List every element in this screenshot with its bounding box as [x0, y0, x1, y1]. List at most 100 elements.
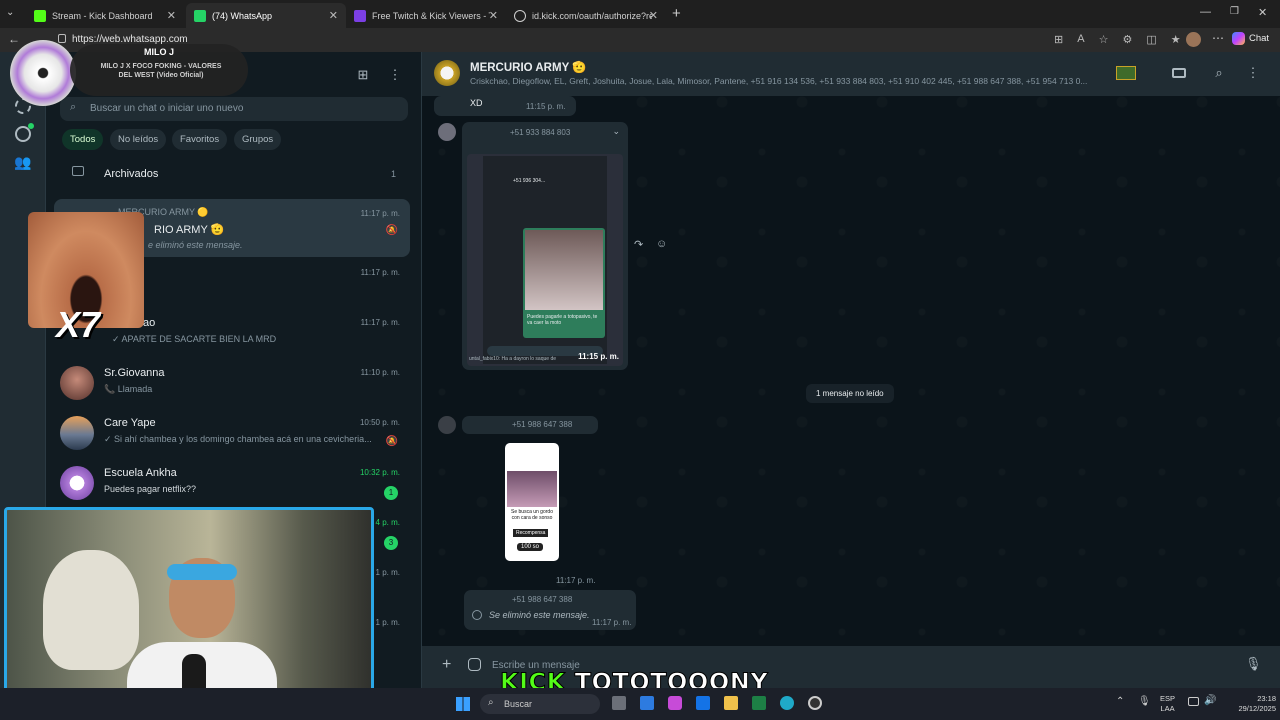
inner-phone: +51 936 304...	[513, 178, 546, 184]
tray-mic-icon[interactable]: 🎙	[1138, 696, 1151, 707]
windows-start-icon[interactable]	[456, 697, 470, 711]
channels-icon[interactable]	[15, 123, 34, 142]
inner-bottom-text: untal_fabix10: Ha a dayron lo saque de	[469, 356, 557, 362]
network-icon[interactable]	[1188, 697, 1199, 706]
message-bubble[interactable]: XD 11:15 p. m.	[434, 96, 576, 116]
filter-grupos[interactable]: Grupos	[234, 129, 282, 150]
chat-item-escuela-ankha[interactable]: Escuela Ankha 10:32 p. m. Puedes pagar n…	[54, 458, 410, 508]
more-menu-icon[interactable]: ⋯	[1212, 31, 1224, 45]
chat-preview: ✓ Si ahí chambea y los domingo chambea a…	[104, 434, 372, 444]
close-icon[interactable]: ✕	[489, 9, 498, 22]
favorite-star-icon[interactable]: ☆	[1099, 33, 1109, 46]
chat-item-care-yape[interactable]: Care Yape 10:50 p. m. ✓ Si ahí chambea y…	[54, 408, 410, 458]
attach-icon[interactable]: +	[442, 656, 451, 674]
message-time: 11:17 p. m.	[556, 576, 596, 585]
microphone-icon[interactable]: 🎙	[1245, 656, 1262, 672]
tab-list-dropdown[interactable]: ⌄	[6, 7, 14, 18]
chat-time: 11:10 p. m.	[360, 368, 400, 377]
extensions-icon[interactable]: ⚙	[1122, 33, 1132, 46]
message-text: Se eliminó este mensaje.	[489, 610, 590, 620]
archived-label: Archivados	[104, 168, 159, 180]
sticker-icon[interactable]	[468, 658, 481, 671]
conversation-header[interactable]: MERCURIO ARMY 🫡 Criskchao, Diegoflow, EL…	[422, 52, 1280, 96]
filter-todos[interactable]: Todos	[62, 129, 104, 150]
excel-icon[interactable]	[752, 696, 766, 710]
conversation-title: MERCURIO ARMY 🫡	[470, 62, 587, 74]
chat-name: Escuela Ankha	[104, 467, 177, 479]
song-title: MILO J X FOCO FOKING - VALORES DEL WEST …	[100, 63, 222, 79]
store-icon[interactable]	[640, 696, 654, 710]
group-icon-dropdown[interactable]	[1116, 66, 1136, 80]
close-icon[interactable]: ✕	[329, 9, 338, 22]
communities-icon[interactable]: 👥	[14, 154, 31, 171]
app-icon[interactable]: ⊞	[1054, 33, 1063, 46]
obs-icon[interactable]	[808, 696, 822, 710]
chat-preview: e eliminó este mensaje.	[148, 240, 243, 250]
copilot-chat-button[interactable]: Chat	[1232, 32, 1269, 45]
tab-label: id.kick.com/oauth/authorize?resp	[532, 10, 652, 21]
avatar	[60, 416, 94, 450]
volume-icon[interactable]: 🔊	[1204, 695, 1216, 706]
chevron-down-icon[interactable]: ⌄	[612, 126, 620, 137]
tray-chevron-icon[interactable]: ⌃	[1116, 696, 1124, 707]
filter-favoritos[interactable]: Favoritos	[172, 129, 228, 150]
new-tab-button[interactable]: +	[672, 5, 681, 22]
copilot-icon	[1232, 32, 1245, 45]
split-screen-icon[interactable]: ◫	[1146, 33, 1156, 46]
globe-icon	[514, 9, 526, 22]
read-aloud-icon[interactable]: A	[1077, 33, 1084, 46]
track-panel: MILO J MILO J X FOCO FOKING - VALORES DE…	[70, 44, 248, 96]
wanted-sticker[interactable]: Se busca un gordo con cara de sonso Reco…	[505, 443, 559, 561]
tab-whatsapp[interactable]: (74) WhatsApp ✕	[186, 3, 346, 28]
chat-time: 1 p. m.	[375, 568, 400, 577]
m365-icon[interactable]	[668, 696, 682, 710]
outlook-icon[interactable]	[696, 696, 710, 710]
forward-icon[interactable]: ↷	[634, 238, 643, 251]
shared-screenshot[interactable]: +51 936 304... Puedes pagarle a totopasi…	[467, 154, 623, 366]
favorites-icon[interactable]: ★	[1171, 33, 1181, 46]
minimize-button[interactable]: —	[1200, 6, 1211, 18]
unread-divider: 1 mensaje no leído	[806, 384, 894, 403]
sender-avatar	[438, 416, 456, 434]
menu-icon[interactable]: ⋮	[1244, 64, 1262, 82]
language-indicator[interactable]: ESP LAA	[1160, 694, 1175, 714]
close-icon[interactable]: ✕	[649, 9, 658, 22]
group-avatar	[434, 60, 460, 86]
now-playing-overlay: MILO J MILO J X FOCO FOKING - VALORES DE…	[10, 40, 248, 106]
album-cover	[10, 40, 76, 106]
close-window-button[interactable]: ✕	[1258, 6, 1267, 19]
restore-button[interactable]: ❐	[1230, 6, 1239, 17]
tab-free-viewers[interactable]: Free Twitch & Kick Viewers - Try 1: ✕	[346, 3, 506, 28]
close-icon[interactable]: ✕	[167, 9, 176, 22]
archived-row[interactable]: Archivados 1	[54, 162, 410, 186]
emoji-react-icon[interactable]: ☺	[656, 238, 667, 250]
edge-icon[interactable]	[780, 696, 794, 710]
explorer-icon[interactable]	[724, 696, 738, 710]
search-icon: ⌕	[488, 697, 494, 708]
search-icon[interactable]: ⌕	[1210, 64, 1228, 82]
filter-no-leidos[interactable]: No leídos	[110, 129, 167, 150]
tab-kick-dashboard[interactable]: Stream - Kick Dashboard ✕	[26, 3, 184, 28]
clock[interactable]: 23:18 29/12/2025	[1220, 694, 1276, 714]
avatar	[60, 466, 94, 500]
screenshot-window: +51 936 304... Puedes pagarle a totopasi…	[483, 156, 607, 364]
image-message[interactable]: +51 933 884 803 ⌄ +51 936 304... Puedes …	[462, 122, 628, 370]
menu-icon[interactable]: ⋮	[386, 66, 404, 84]
chat-item-sr-giovanna[interactable]: Sr.Giovanna 11:10 p. m. 📞 Llamada	[54, 358, 410, 408]
tab-label: Free Twitch & Kick Viewers - Try 1:	[372, 10, 490, 21]
taskbar-search[interactable]: ⌕ Buscar	[480, 694, 600, 714]
tab-kick-oauth[interactable]: id.kick.com/oauth/authorize?resp ✕	[506, 3, 666, 28]
deleted-icon	[472, 610, 482, 620]
video-call-icon[interactable]	[1172, 68, 1186, 78]
tab-label: Stream - Kick Dashboard	[52, 10, 153, 21]
kick-icon	[34, 9, 46, 22]
task-view-icon[interactable]	[612, 696, 626, 710]
deleted-message[interactable]: +51 988 647 388 Se eliminó este mensaje.…	[464, 590, 636, 630]
chat-preview: 📞 Llamada	[104, 384, 153, 394]
lang-sub: LAA	[1160, 704, 1175, 713]
new-chat-icon[interactable]: ⊞	[354, 66, 372, 84]
message-time: 11:17 p. m.	[592, 618, 632, 627]
tab-label: (74) WhatsApp	[212, 10, 273, 21]
avatar	[60, 366, 94, 400]
profile-avatar[interactable]	[1186, 32, 1201, 47]
